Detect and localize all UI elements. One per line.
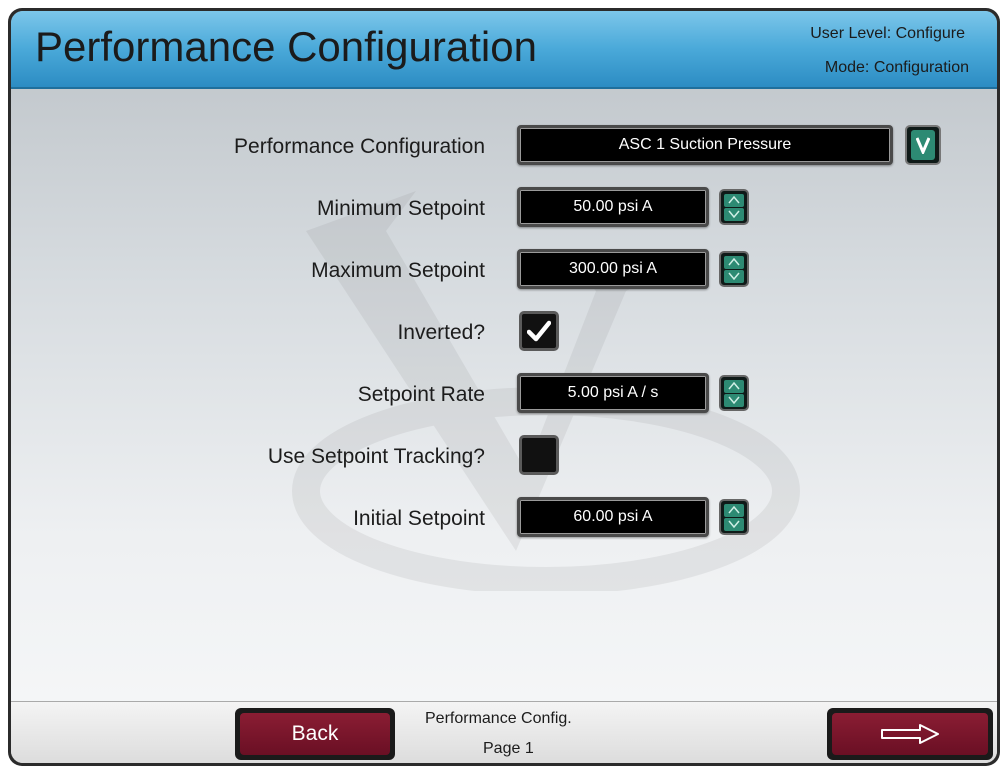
performance-configuration-dropdown-button[interactable]: [905, 125, 941, 165]
use-setpoint-tracking-checkbox[interactable]: [519, 435, 559, 475]
maximum-setpoint-stepper[interactable]: [719, 251, 749, 287]
setpoint-rate-label: Setpoint Rate: [357, 383, 485, 406]
maximum-setpoint-label: Maximum Setpoint: [311, 259, 485, 282]
initial-setpoint-field[interactable]: 60.00 psi A: [517, 497, 709, 537]
arrow-down-icon[interactable]: [724, 517, 744, 531]
back-button[interactable]: Back: [235, 708, 395, 760]
page-title: Performance Configuration: [35, 23, 537, 70]
arrow-up-icon[interactable]: [724, 379, 744, 393]
window-frame: Performance Configuration User Level: Co…: [8, 8, 1000, 766]
initial-setpoint-stepper[interactable]: [719, 499, 749, 535]
setpoint-rate-stepper[interactable]: [719, 375, 749, 411]
performance-configuration-select[interactable]: ASC 1 Suction Pressure: [517, 125, 893, 165]
minimum-setpoint-label: Minimum Setpoint: [316, 197, 485, 220]
back-button-label: Back: [240, 713, 390, 755]
footer-bar: Back Performance Config. Page 1: [11, 701, 997, 763]
arrow-up-icon[interactable]: [724, 193, 744, 207]
header-bar: Performance Configuration User Level: Co…: [11, 11, 997, 89]
maximum-setpoint-field[interactable]: 300.00 psi A: [517, 249, 709, 289]
performance-configuration-label: Performance Configuration: [234, 135, 485, 158]
checkmark-icon: [527, 320, 551, 342]
minimum-setpoint-field[interactable]: 50.00 psi A: [517, 187, 709, 227]
chevron-down-icon: [911, 130, 935, 160]
page-number-text: Page 1: [483, 740, 534, 757]
user-level-text: User Level: Configure: [810, 25, 965, 42]
screen: Performance Configuration User Level: Co…: [11, 11, 997, 763]
minimum-setpoint-stepper[interactable]: [719, 189, 749, 225]
arrow-right-icon: [881, 724, 939, 744]
setpoint-rate-field[interactable]: 5.00 psi A / s: [517, 373, 709, 413]
inverted-checkbox[interactable]: [519, 311, 559, 351]
arrow-down-icon[interactable]: [724, 207, 744, 221]
inverted-label: Inverted?: [397, 321, 485, 344]
next-button[interactable]: [827, 708, 993, 760]
initial-setpoint-label: Initial Setpoint: [353, 507, 485, 530]
arrow-down-icon[interactable]: [724, 393, 744, 407]
mode-text: Mode: Configuration: [824, 59, 969, 76]
page-name-text: Performance Config.: [425, 710, 572, 727]
arrow-up-icon[interactable]: [724, 255, 744, 269]
arrow-down-icon[interactable]: [724, 269, 744, 283]
use-setpoint-tracking-label: Use Setpoint Tracking?: [267, 445, 485, 468]
arrow-up-icon[interactable]: [724, 503, 744, 517]
